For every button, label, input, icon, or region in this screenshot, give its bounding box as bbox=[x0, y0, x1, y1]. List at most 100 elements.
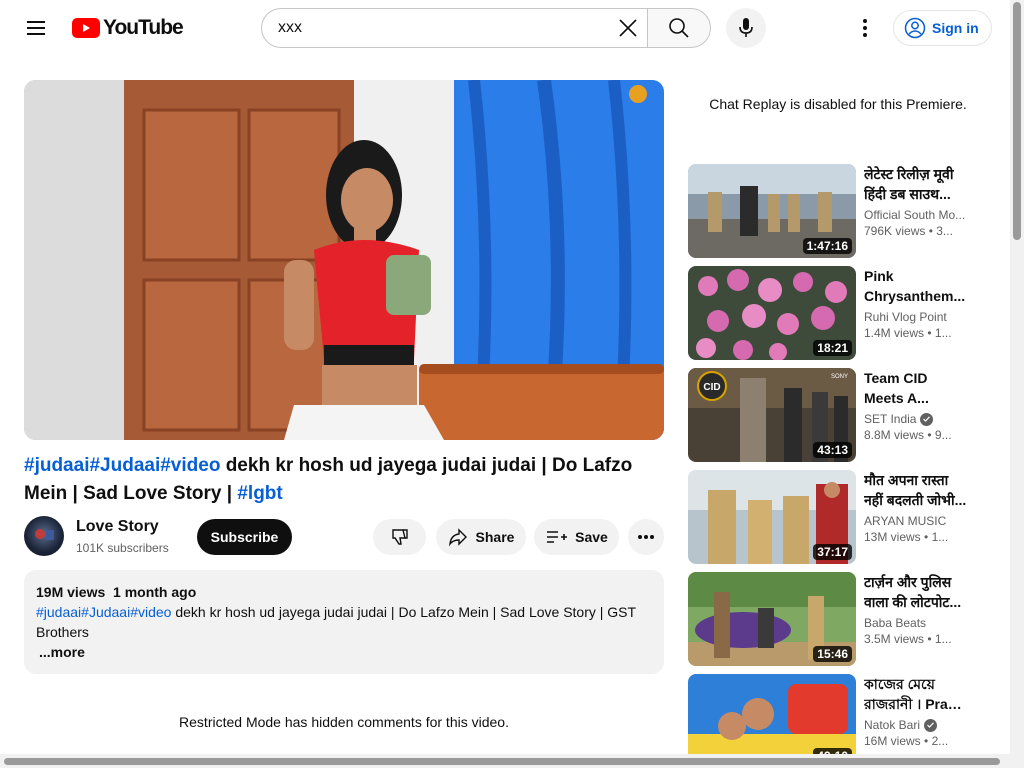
search-input[interactable] bbox=[278, 9, 608, 47]
more-actions-button[interactable] bbox=[628, 519, 664, 555]
subscriber-count: 101K subscribers bbox=[76, 541, 169, 555]
channel-name[interactable]: Love Story bbox=[76, 518, 159, 536]
search-button[interactable] bbox=[647, 8, 711, 48]
video-duration: 37:17 bbox=[813, 544, 852, 560]
recommendation-channel[interactable]: Ruhi Vlog Point bbox=[864, 310, 968, 324]
video-duration: 15:46 bbox=[813, 646, 852, 662]
channel-avatar[interactable] bbox=[24, 516, 64, 556]
search-icon bbox=[669, 18, 689, 38]
title-hashtags-link[interactable]: #judaai#Judaai#video bbox=[24, 455, 220, 476]
recommendation-title[interactable]: Pink Chrysanthem... bbox=[864, 266, 968, 306]
recommendation-title[interactable]: टार्ज़न और पुलिस वाला की लोटपोट... bbox=[864, 572, 968, 612]
logo-text: YouTube bbox=[103, 16, 184, 39]
recommendation-channel[interactable]: SET India bbox=[864, 412, 968, 426]
recommendation-channel[interactable]: Official South Mo... bbox=[864, 208, 968, 222]
share-button[interactable]: Share bbox=[436, 519, 526, 555]
upload-age: 1 month ago bbox=[113, 584, 197, 600]
video-title: #judaai#Judaai#video dekh kr hosh ud jay… bbox=[24, 452, 664, 508]
recommendation-item[interactable]: 15:46 टार्ज़न और पुलिस वाला की लोटपोट...… bbox=[688, 572, 978, 666]
cid-badge-text: CID bbox=[703, 382, 720, 393]
recommendation-channel[interactable]: ARYAN MUSIC bbox=[864, 514, 968, 528]
recommendation-channel-name: Baba Beats bbox=[864, 616, 927, 630]
recommendation-channel-name: Natok Bari bbox=[864, 718, 921, 732]
verified-badge-icon bbox=[924, 718, 938, 732]
recommendation-age: • 2... bbox=[924, 734, 949, 748]
save-label: Save bbox=[575, 529, 608, 545]
account-icon bbox=[904, 17, 926, 39]
view-count: 19M views bbox=[36, 584, 106, 600]
youtube-logo[interactable]: YouTube bbox=[72, 16, 184, 40]
save-playlist-icon bbox=[547, 531, 568, 543]
recommendation-item[interactable]: 1:47:16 लेटेस्ट रिलीज़ मूवी हिंदी डब साउ… bbox=[688, 164, 978, 258]
recommendation-meta: 1.4M views • 1... bbox=[864, 326, 968, 340]
recommendation-title[interactable]: लेटेस्ट रिलीज़ मूवी हिंदी डब साउथ... bbox=[864, 164, 968, 204]
share-label: Share bbox=[475, 529, 515, 545]
video-frame bbox=[24, 80, 664, 440]
recommendation-age: • 1... bbox=[927, 326, 952, 340]
verified-badge-icon bbox=[920, 412, 934, 426]
video-player[interactable] bbox=[24, 80, 664, 440]
menu-icon[interactable] bbox=[20, 12, 52, 44]
recommendation-meta: 16M views • 2... bbox=[864, 734, 968, 748]
recommendation-views: 16M views bbox=[864, 734, 921, 748]
recommendation-age: • 1... bbox=[927, 632, 952, 646]
description-box[interactable]: 19M views 1 month ago #judaai#Judaai#vid… bbox=[24, 570, 664, 674]
video-duration: 1:47:16 bbox=[802, 238, 852, 254]
recommendation-thumbnail[interactable]: 1:47:16 bbox=[688, 164, 856, 258]
play-logo-icon bbox=[72, 18, 100, 38]
recommendation-channel[interactable]: Baba Beats bbox=[864, 616, 968, 630]
recommendation-meta: 13M views • 1... bbox=[864, 530, 968, 544]
sign-in-label: Sign in bbox=[932, 20, 979, 36]
show-more-button[interactable]: ...more bbox=[39, 642, 652, 662]
vertical-scrollbar-thumb[interactable] bbox=[1013, 2, 1021, 240]
recommendation-views: 1.4M views bbox=[864, 326, 925, 340]
share-icon bbox=[448, 528, 467, 547]
recommendation-thumbnail[interactable]: 15:46 bbox=[688, 572, 856, 666]
recommendation-views: 796K views bbox=[864, 224, 926, 238]
subscribe-button[interactable]: Subscribe bbox=[197, 519, 292, 555]
horizontal-scrollbar-thumb[interactable] bbox=[4, 758, 1000, 765]
clear-search-icon[interactable] bbox=[613, 13, 643, 43]
recommendation-title[interactable]: मौत अपना रास्ता नहीं बदलती जोभी... bbox=[864, 470, 968, 510]
sony-corner-text: SONY bbox=[831, 374, 848, 380]
recommendation-item[interactable]: 18:21 Pink Chrysanthem... Ruhi Vlog Poin… bbox=[688, 266, 978, 360]
sign-in-button[interactable]: Sign in bbox=[893, 10, 992, 46]
chat-replay-notice: Chat Replay is disabled for this Premier… bbox=[709, 96, 967, 112]
recommendation-views: 3.5M views bbox=[864, 632, 925, 646]
microphone-icon bbox=[739, 18, 753, 37]
recommendation-item[interactable]: CID SONY 43:13 Team CID Meets A... SET In… bbox=[688, 368, 978, 462]
video-duration: 18:21 bbox=[813, 340, 852, 356]
dislike-button[interactable] bbox=[373, 519, 426, 555]
recommendation-channel[interactable]: Natok Bari bbox=[864, 718, 968, 732]
restricted-mode-notice: Restricted Mode has hidden comments for … bbox=[179, 714, 509, 730]
description-hashtags-link[interactable]: #judaai#Judaai#video bbox=[36, 604, 171, 620]
recommendation-meta: 3.5M views • 1... bbox=[864, 632, 968, 646]
recommendation-channel-name: SET India bbox=[864, 412, 917, 426]
recommendation-meta: 8.8M views • 9... bbox=[864, 428, 968, 442]
recommendation-channel-name: Ruhi Vlog Point bbox=[864, 310, 947, 324]
recommendation-meta: 796K views • 3... bbox=[864, 224, 968, 238]
video-duration: 43:13 bbox=[813, 442, 852, 458]
voice-search-button[interactable] bbox=[726, 8, 766, 48]
recommendation-channel-name: Official South Mo... bbox=[864, 208, 966, 222]
description-text: #judaai#Judaai#video dekh kr hosh ud jay… bbox=[36, 602, 652, 642]
save-button[interactable]: Save bbox=[534, 519, 619, 555]
recommendation-thumbnail[interactable]: 18:21 bbox=[688, 266, 856, 360]
recommendation-age: • 3... bbox=[928, 224, 953, 238]
recommendation-age: • 1... bbox=[924, 530, 949, 544]
recommendation-views: 8.8M views bbox=[864, 428, 925, 442]
title-tag-link[interactable]: #lgbt bbox=[237, 483, 282, 504]
search-bar bbox=[261, 8, 711, 48]
recommendation-title[interactable]: Team CID Meets A... bbox=[864, 368, 968, 408]
recommendation-views: 13M views bbox=[864, 530, 921, 544]
recommendation-thumbnail[interactable]: CID SONY 43:13 bbox=[688, 368, 856, 462]
more-horizontal-icon bbox=[638, 535, 654, 539]
recommendation-title[interactable]: কাজের মেয়ে রাজরানী । Prank King |... bbox=[864, 674, 968, 714]
thumbs-down-icon bbox=[391, 529, 408, 545]
recommendation-age: • 9... bbox=[927, 428, 952, 442]
top-bar: YouTube Sign in bbox=[0, 0, 1010, 56]
recommendation-item[interactable]: 37:17 मौत अपना रास्ता नहीं बदलती जोभी...… bbox=[688, 470, 978, 564]
recommendation-channel-name: ARYAN MUSIC bbox=[864, 514, 947, 528]
settings-kebab-icon[interactable] bbox=[849, 12, 881, 44]
recommendation-thumbnail[interactable]: 37:17 bbox=[688, 470, 856, 564]
